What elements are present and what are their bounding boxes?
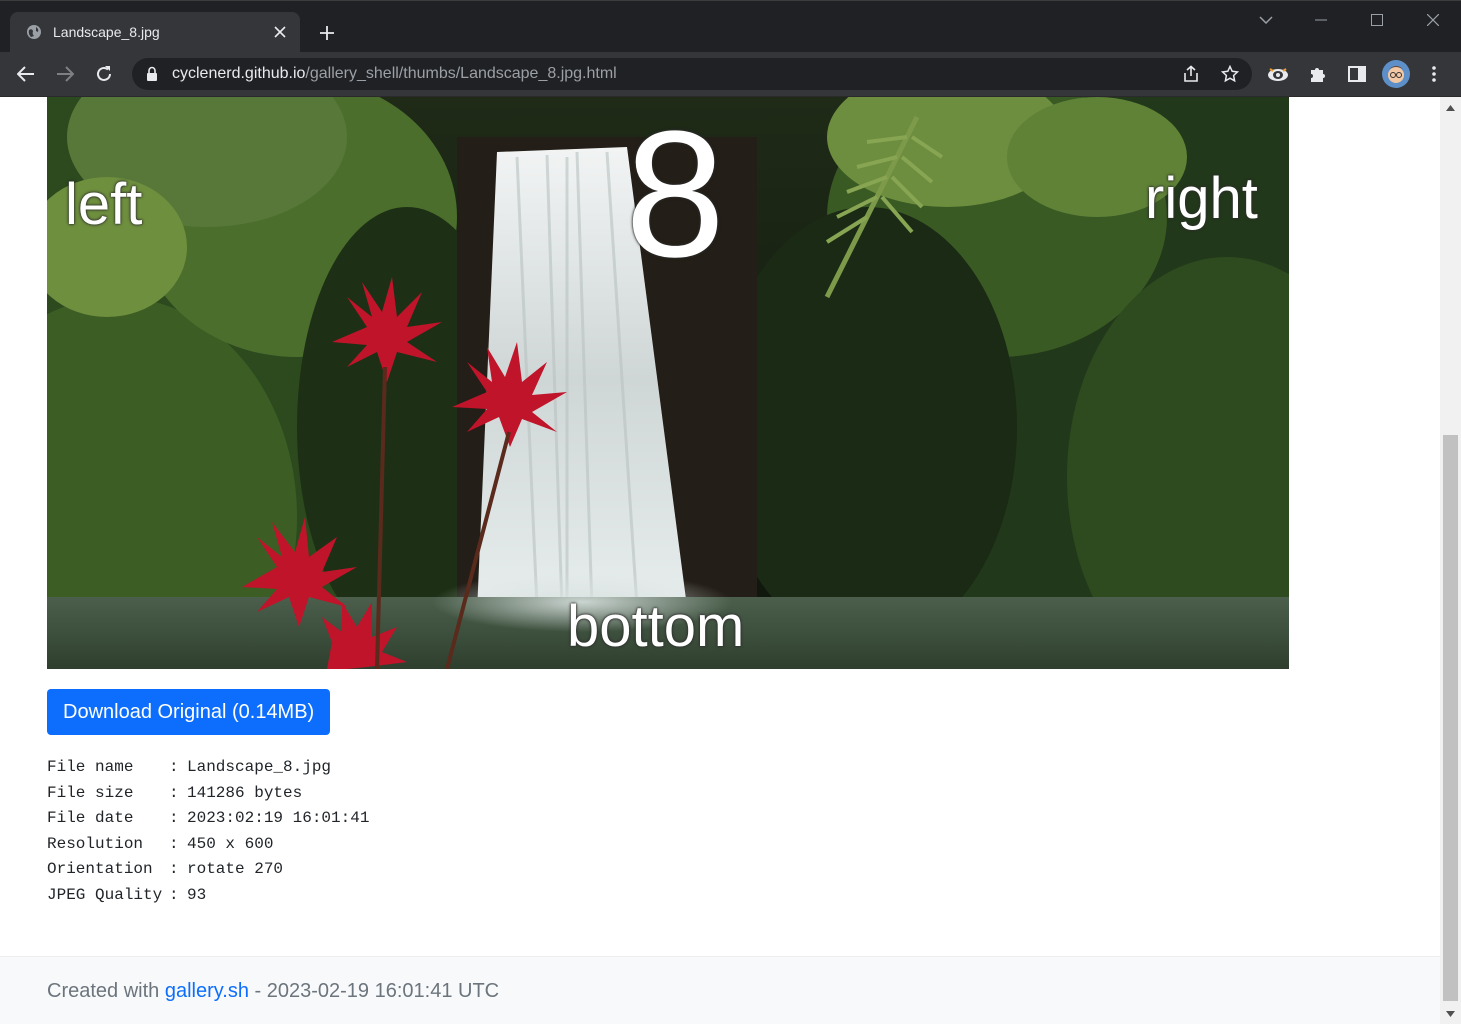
photo-label-left: left [65, 172, 143, 237]
info-key: File name [47, 758, 134, 776]
info-separator: : [169, 809, 189, 827]
puzzle-icon[interactable] [1306, 62, 1330, 86]
reload-icon[interactable] [92, 62, 116, 86]
browser-titlebar: Landscape_8.jpg [0, 0, 1461, 53]
url-host: cyclenerd.github.io [172, 65, 306, 82]
info-row-resolution: Resolution: 450 x 600 [47, 832, 369, 858]
arrow-left-icon[interactable] [14, 62, 38, 86]
info-value: 2023:02:19 16:01:41 [187, 809, 370, 827]
info-row-orientation: Orientation: rotate 270 [47, 857, 369, 883]
footer-suffix: - 2023-02-19 16:01:41 UTC [248, 980, 500, 1002]
info-row-file-date: File date: 2023:02:19 16:01:41 [47, 806, 369, 832]
info-key: Resolution [47, 834, 144, 853]
url-path: /gallery_shell/thumbs/Landscape_8.jpg.ht… [305, 65, 617, 82]
info-value: 450 x 600 [187, 834, 274, 853]
tab-title: Landscape_8.jpg [53, 24, 160, 40]
info-key: Orientation [47, 860, 153, 878]
vertical-scrollbar[interactable] [1440, 97, 1461, 1024]
photo-label-right: right [1145, 166, 1258, 231]
info-key: File size [47, 783, 134, 802]
star-icon[interactable] [1219, 63, 1241, 85]
info-separator: : [169, 783, 189, 802]
info-separator: : [169, 758, 189, 776]
gallery-sh-link[interactable]: gallery.sh [165, 980, 249, 1002]
url-text: cyclenerd.github.io/gallery_shell/thumbs… [172, 65, 617, 83]
browser-toolbar: cyclenerd.github.io/gallery_shell/thumbs… [0, 52, 1461, 97]
info-row-file-name: File name: Landscape_8.jpg [47, 755, 369, 781]
avatar[interactable] [1382, 60, 1410, 88]
extension-eye-icon[interactable] [1266, 62, 1290, 86]
info-row-file-size: File size: 141286 bytes [47, 781, 369, 807]
landscape-photo[interactable]: 8 left right bottom [47, 97, 1289, 669]
footer-prefix: Created with [47, 980, 165, 1002]
info-key: File date [47, 809, 134, 827]
share-icon[interactable] [1180, 63, 1202, 85]
info-row-jpeg-quality: JPEG Quality: 93 [47, 883, 369, 909]
photo-label-top: 8 [625, 97, 726, 295]
arrow-right-icon[interactable] [53, 62, 77, 86]
browser-tab[interactable]: Landscape_8.jpg [10, 12, 300, 53]
side-panel-icon[interactable] [1345, 62, 1369, 86]
info-separator: : [169, 885, 189, 904]
scroll-down-arrow-icon[interactable] [1440, 1005, 1461, 1022]
photo-label-bottom: bottom [567, 594, 745, 659]
address-bar[interactable]: cyclenerd.github.io/gallery_shell/thumbs… [132, 58, 1252, 90]
info-separator: : [169, 834, 189, 853]
close-tab-icon[interactable] [270, 22, 290, 42]
scroll-thumb[interactable] [1443, 435, 1458, 1001]
tab-search-chevron-icon[interactable] [1255, 9, 1277, 31]
kebab-menu-icon[interactable] [1422, 62, 1446, 86]
info-separator: : [169, 860, 189, 878]
download-original-button[interactable]: Download Original (0.14MB) [47, 689, 331, 735]
page-viewport: 8 left right bottom Download Original (0… [0, 97, 1440, 1024]
close-window-icon[interactable] [1422, 9, 1444, 31]
maximize-icon[interactable] [1366, 9, 1388, 31]
file-info: File name: Landscape_8.jpg File size: 14… [47, 755, 369, 908]
info-value: 141286 bytes [187, 783, 303, 802]
footer-text: Created with gallery.sh - 2023-02-19 16:… [47, 980, 499, 1003]
info-value: Landscape_8.jpg [187, 758, 332, 776]
info-value: 93 [187, 885, 207, 904]
minimize-icon[interactable] [1310, 9, 1332, 31]
globe-icon [26, 24, 42, 40]
page-footer: Created with gallery.sh - 2023-02-19 16:… [0, 956, 1440, 1024]
info-value: rotate 270 [187, 860, 284, 878]
scroll-up-arrow-icon[interactable] [1440, 99, 1461, 116]
new-tab-icon[interactable] [316, 22, 338, 44]
info-key: JPEG Quality [47, 885, 163, 904]
lock-icon[interactable] [146, 66, 160, 82]
